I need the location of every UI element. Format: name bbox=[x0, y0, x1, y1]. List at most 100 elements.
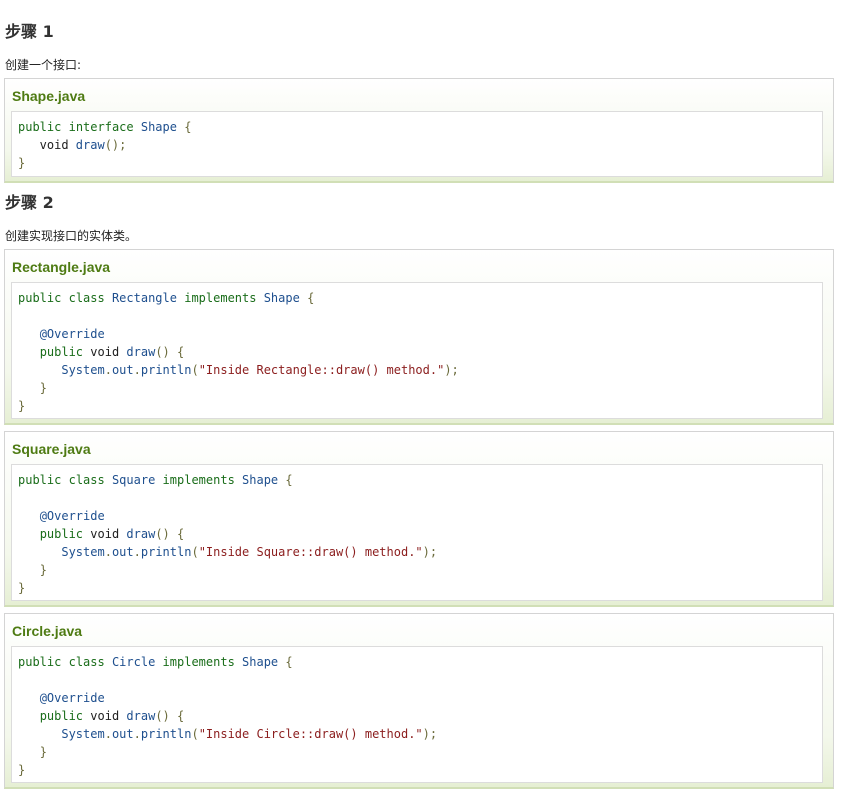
code-token: { bbox=[307, 291, 315, 305]
code-line: public class Rectangle implements Shape … bbox=[18, 289, 822, 307]
code-token: ( bbox=[191, 545, 199, 559]
code-token: public bbox=[18, 655, 62, 669]
code-token: . bbox=[133, 363, 141, 377]
code-token: . bbox=[133, 545, 141, 559]
code-token: println bbox=[140, 727, 192, 741]
code-token: Square bbox=[111, 473, 156, 487]
code-token: out bbox=[111, 727, 134, 741]
code-token: ( bbox=[191, 727, 199, 741]
code-token: implements bbox=[162, 473, 235, 487]
code-token: System bbox=[61, 363, 105, 377]
code-token: } bbox=[39, 745, 47, 759]
code-token: out bbox=[111, 545, 134, 559]
code-token: System bbox=[61, 545, 105, 559]
code-token: draw bbox=[75, 138, 105, 152]
code-token: public bbox=[18, 291, 62, 305]
code-token: implements bbox=[184, 291, 257, 305]
code-token: } bbox=[39, 381, 47, 395]
code-token: void bbox=[83, 527, 127, 541]
code-token: Shape bbox=[242, 473, 279, 487]
code-token: Rectangle bbox=[111, 291, 177, 305]
code-block[interactable]: public class Circle implements Shape { @… bbox=[11, 646, 823, 783]
code-block[interactable]: public class Rectangle implements Shape … bbox=[11, 282, 823, 419]
code-line: } bbox=[18, 579, 822, 597]
code-token: } bbox=[39, 563, 47, 577]
code-token: public bbox=[18, 120, 62, 134]
code-token: class bbox=[68, 473, 105, 487]
code-example-square: Square.java public class Square implemen… bbox=[4, 431, 834, 607]
code-token: println bbox=[140, 545, 192, 559]
code-token: Shape bbox=[242, 655, 279, 669]
code-token: ); bbox=[444, 363, 459, 377]
code-line: System.out.println("Inside Square::draw(… bbox=[18, 543, 822, 561]
step-2-description: 创建实现接口的实体类。 bbox=[5, 229, 138, 243]
code-line: } bbox=[18, 154, 822, 172]
code-token: { bbox=[285, 655, 293, 669]
code-block[interactable]: public class Square implements Shape { @… bbox=[11, 464, 823, 601]
code-token: . bbox=[104, 363, 112, 377]
code-example-circle: Circle.java public class Circle implemen… bbox=[4, 613, 834, 789]
code-example-filename: Square.java bbox=[12, 441, 91, 457]
code-token: { bbox=[184, 120, 192, 134]
code-token: System bbox=[61, 727, 105, 741]
code-token: interface bbox=[68, 120, 134, 134]
code-token: . bbox=[133, 727, 141, 741]
code-line: @Override bbox=[18, 689, 822, 707]
code-token: public bbox=[39, 527, 84, 541]
code-example-filename: Shape.java bbox=[12, 88, 86, 104]
code-block[interactable]: public interface Shape { void draw();} bbox=[11, 111, 823, 177]
code-token: out bbox=[111, 363, 134, 377]
code-token: public bbox=[39, 345, 84, 359]
code-token: void bbox=[83, 345, 127, 359]
code-token: "Inside Circle::draw() method." bbox=[198, 727, 423, 741]
code-line: void draw(); bbox=[18, 136, 822, 154]
code-token: () { bbox=[155, 345, 185, 359]
code-line: public void draw() { bbox=[18, 525, 822, 543]
code-example-filename: Rectangle.java bbox=[12, 259, 111, 275]
code-line: public class Circle implements Shape { bbox=[18, 653, 822, 671]
code-token: ( bbox=[191, 363, 199, 377]
code-token: public bbox=[39, 709, 84, 723]
code-line: } bbox=[18, 379, 822, 397]
code-token: } bbox=[18, 399, 26, 413]
step-2-heading: 步骤 2 bbox=[5, 193, 54, 212]
code-token: () { bbox=[155, 709, 185, 723]
code-line: System.out.println("Inside Rectangle::dr… bbox=[18, 361, 822, 379]
code-token: () { bbox=[155, 527, 185, 541]
code-token: @Override bbox=[39, 691, 105, 705]
code-line: } bbox=[18, 743, 822, 761]
code-token: void bbox=[83, 709, 127, 723]
code-token: "Inside Square::draw() method." bbox=[198, 545, 423, 559]
code-line: public class Square implements Shape { bbox=[18, 471, 822, 489]
code-token: (); bbox=[104, 138, 127, 152]
code-line: @Override bbox=[18, 325, 822, 343]
code-token: implements bbox=[162, 655, 235, 669]
code-token: @Override bbox=[39, 509, 105, 523]
code-line: public void draw() { bbox=[18, 343, 822, 361]
code-line: public void draw() { bbox=[18, 707, 822, 725]
code-token: @Override bbox=[39, 327, 105, 341]
